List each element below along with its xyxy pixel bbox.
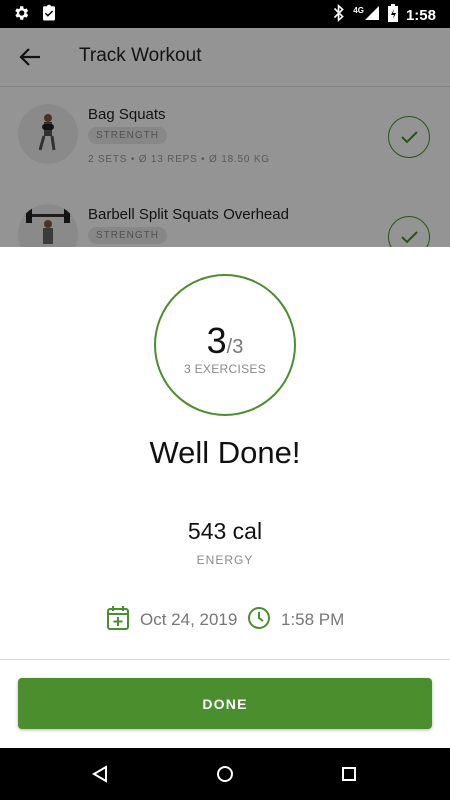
calendar-add-icon (106, 605, 130, 636)
completed-count: 3 (206, 320, 227, 361)
bluetooth-icon (333, 3, 345, 27)
done-button[interactable]: DONE (18, 678, 432, 729)
divider (0, 659, 450, 660)
scrim-overlay[interactable] (0, 28, 450, 248)
nav-back-icon[interactable] (88, 762, 112, 786)
network-type: 4G (353, 6, 364, 15)
settings-icon (12, 4, 30, 27)
signal-icon (364, 5, 380, 26)
workout-date: Oct 24, 2019 (140, 610, 238, 629)
system-nav-bar (0, 748, 450, 800)
date-field[interactable]: Oct 24, 2019 (106, 605, 237, 635)
exercise-count: 3/3 (156, 320, 294, 362)
total-count: /3 (226, 336, 244, 358)
exercises-label: 3 EXERCISES (184, 362, 266, 376)
status-bar: 4G 1:58 (0, 0, 450, 28)
exercise-progress-ring: 3/3 3 EXERCISES (154, 274, 296, 416)
battery-icon (387, 4, 398, 27)
nav-recents-icon[interactable] (337, 762, 361, 786)
energy-label: ENERGY (196, 553, 254, 567)
workout-time: 1:58 PM (281, 610, 345, 629)
clock-icon (247, 606, 271, 635)
nav-home-icon[interactable] (213, 762, 237, 786)
energy-value: 543 cal (187, 518, 263, 544)
task-icon (40, 4, 58, 27)
headline: Well Done! (149, 435, 301, 470)
workout-complete-sheet: 3/3 3 EXERCISES Well Done! 543 cal ENERG… (0, 247, 450, 748)
status-time: 1:58 (405, 7, 436, 24)
time-field[interactable]: 1:58 PM (247, 605, 344, 635)
